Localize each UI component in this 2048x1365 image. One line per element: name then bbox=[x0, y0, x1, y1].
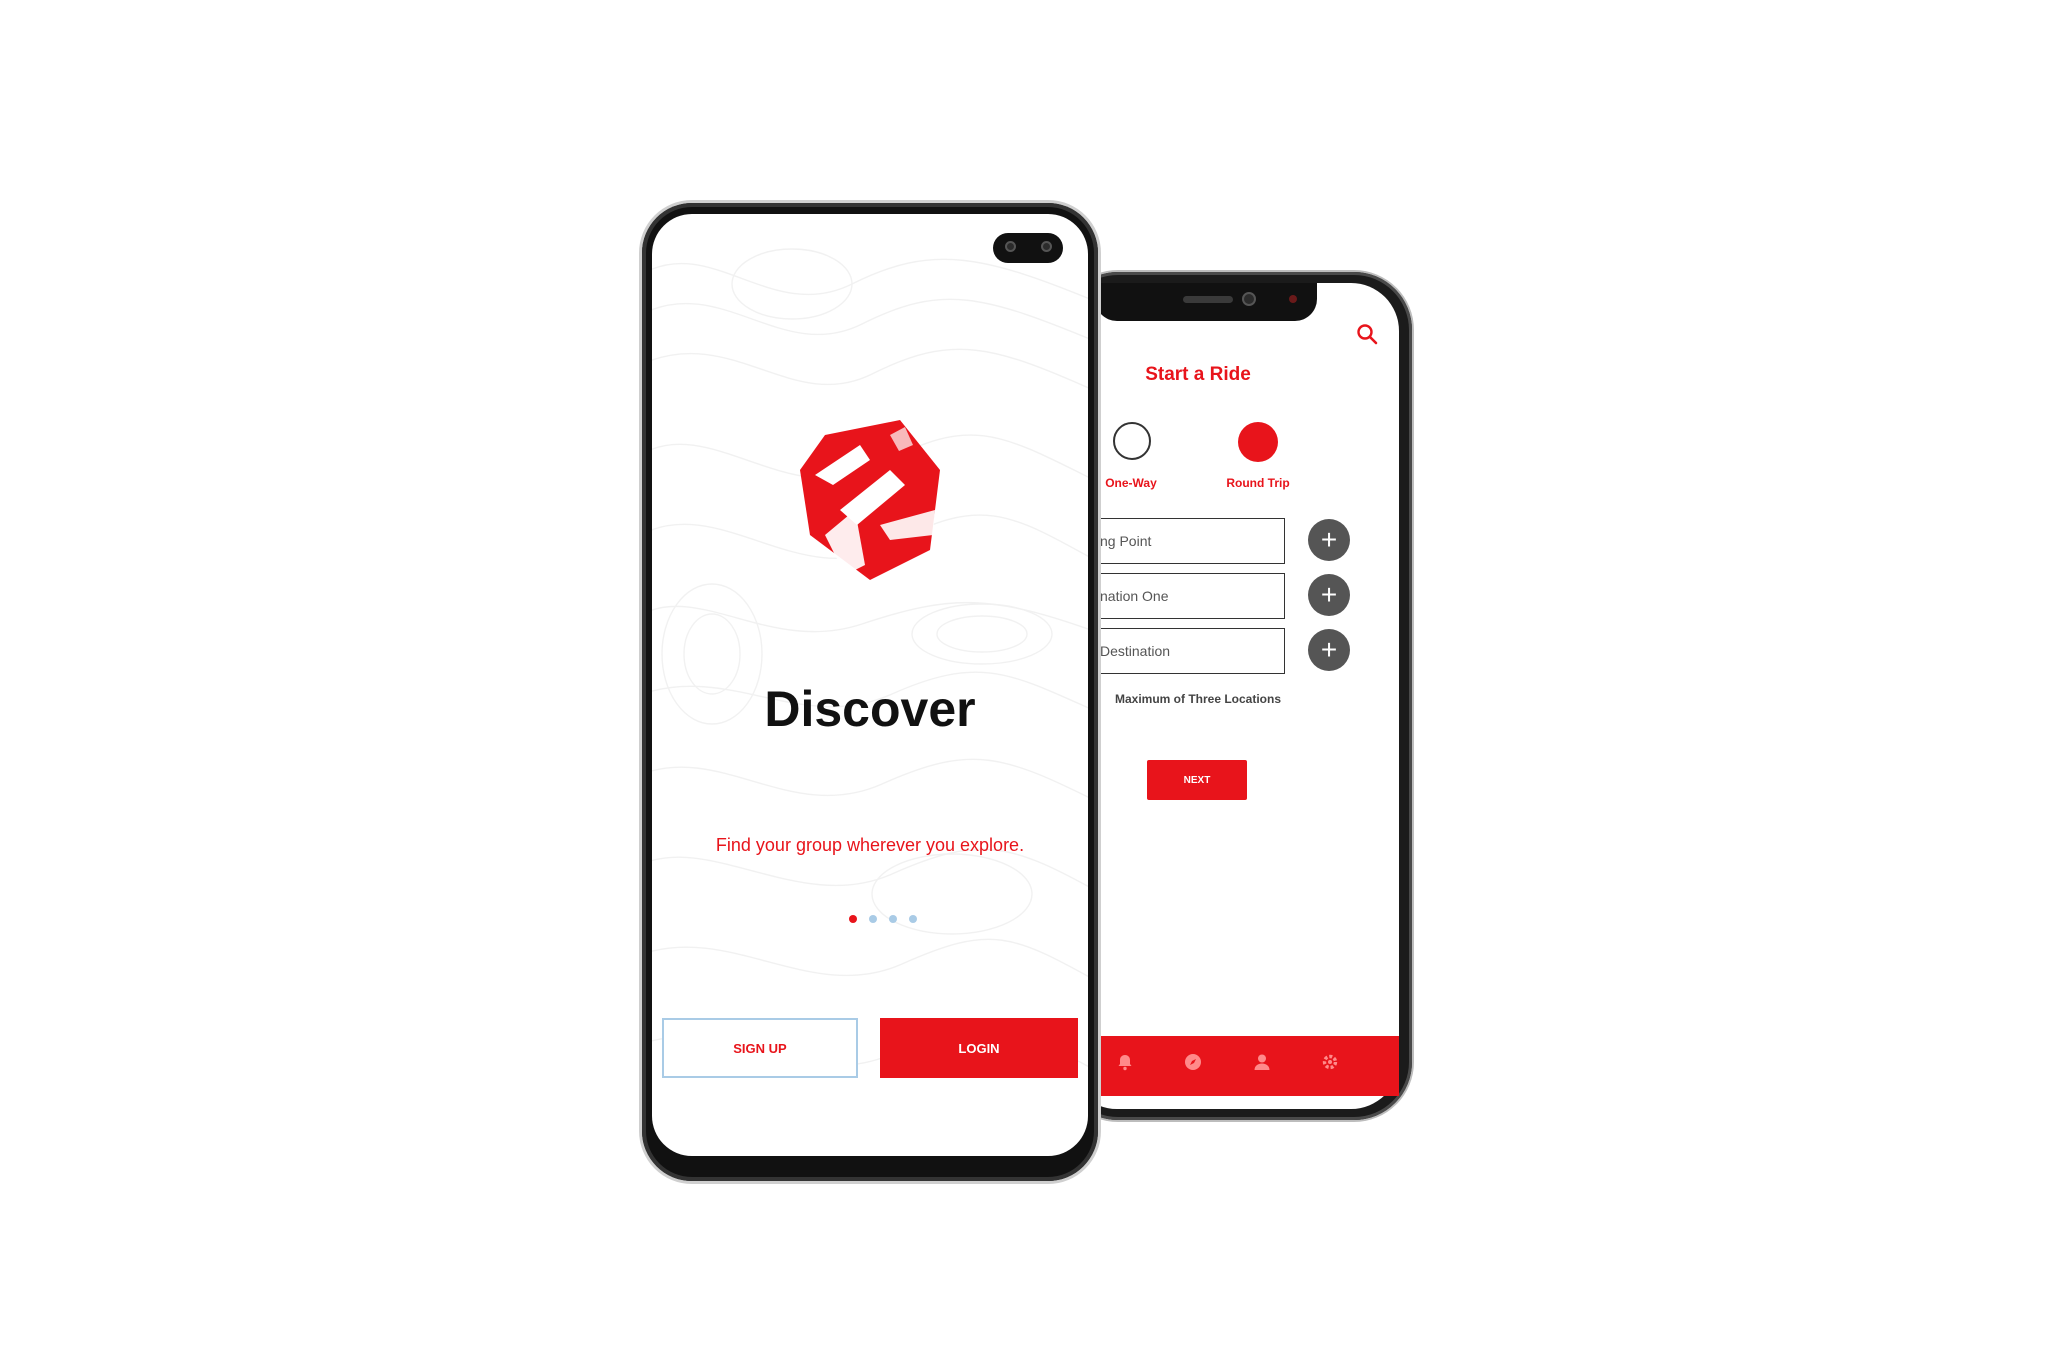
front-camera-icon bbox=[1242, 292, 1256, 306]
page-dot[interactable] bbox=[889, 915, 897, 923]
sign-up-button[interactable]: SIGN UP bbox=[662, 1018, 858, 1078]
sensor-dot bbox=[1289, 295, 1297, 303]
discover-title: Discover bbox=[764, 681, 976, 737]
tagline: Find your group wherever you explore. bbox=[715, 835, 1025, 855]
punch-hole-camera bbox=[993, 233, 1063, 263]
camera-lens-icon bbox=[1005, 241, 1016, 252]
phone-speaker bbox=[1183, 296, 1233, 303]
plus-icon: + bbox=[1320, 524, 1338, 555]
compass-icon[interactable] bbox=[1184, 1053, 1202, 1071]
gear-icon[interactable] bbox=[1321, 1053, 1339, 1071]
plus-icon: + bbox=[1320, 634, 1338, 665]
page-dot[interactable] bbox=[869, 915, 877, 923]
search-icon[interactable] bbox=[1355, 322, 1379, 346]
page-dot-active[interactable] bbox=[849, 915, 857, 923]
round-trip-radio[interactable] bbox=[1238, 422, 1278, 462]
one-way-radio[interactable] bbox=[1113, 422, 1151, 460]
add-destination-one-button[interactable]: + bbox=[1308, 574, 1350, 616]
destination-text: Destination bbox=[1100, 643, 1171, 659]
bell-icon[interactable] bbox=[1116, 1053, 1134, 1071]
destination-one-text: nation One bbox=[1100, 588, 1169, 604]
max-locations-note: Maximum of Three Locations bbox=[1114, 692, 1282, 706]
plus-icon: + bbox=[1320, 579, 1338, 610]
camera-lens-icon bbox=[1041, 241, 1052, 252]
add-destination-button[interactable]: + bbox=[1308, 629, 1350, 671]
login-button[interactable]: LOGIN bbox=[880, 1018, 1078, 1078]
screen-title: Start a Ride bbox=[1145, 364, 1251, 385]
next-button[interactable]: NEXT bbox=[1147, 760, 1247, 800]
page-dot[interactable] bbox=[909, 915, 917, 923]
starting-point-text: ng Point bbox=[1100, 533, 1152, 549]
round-trip-label: Round Trip bbox=[1226, 476, 1290, 490]
add-starting-point-button[interactable]: + bbox=[1308, 519, 1350, 561]
user-icon[interactable] bbox=[1253, 1053, 1271, 1071]
shield-logo-icon bbox=[800, 420, 940, 580]
